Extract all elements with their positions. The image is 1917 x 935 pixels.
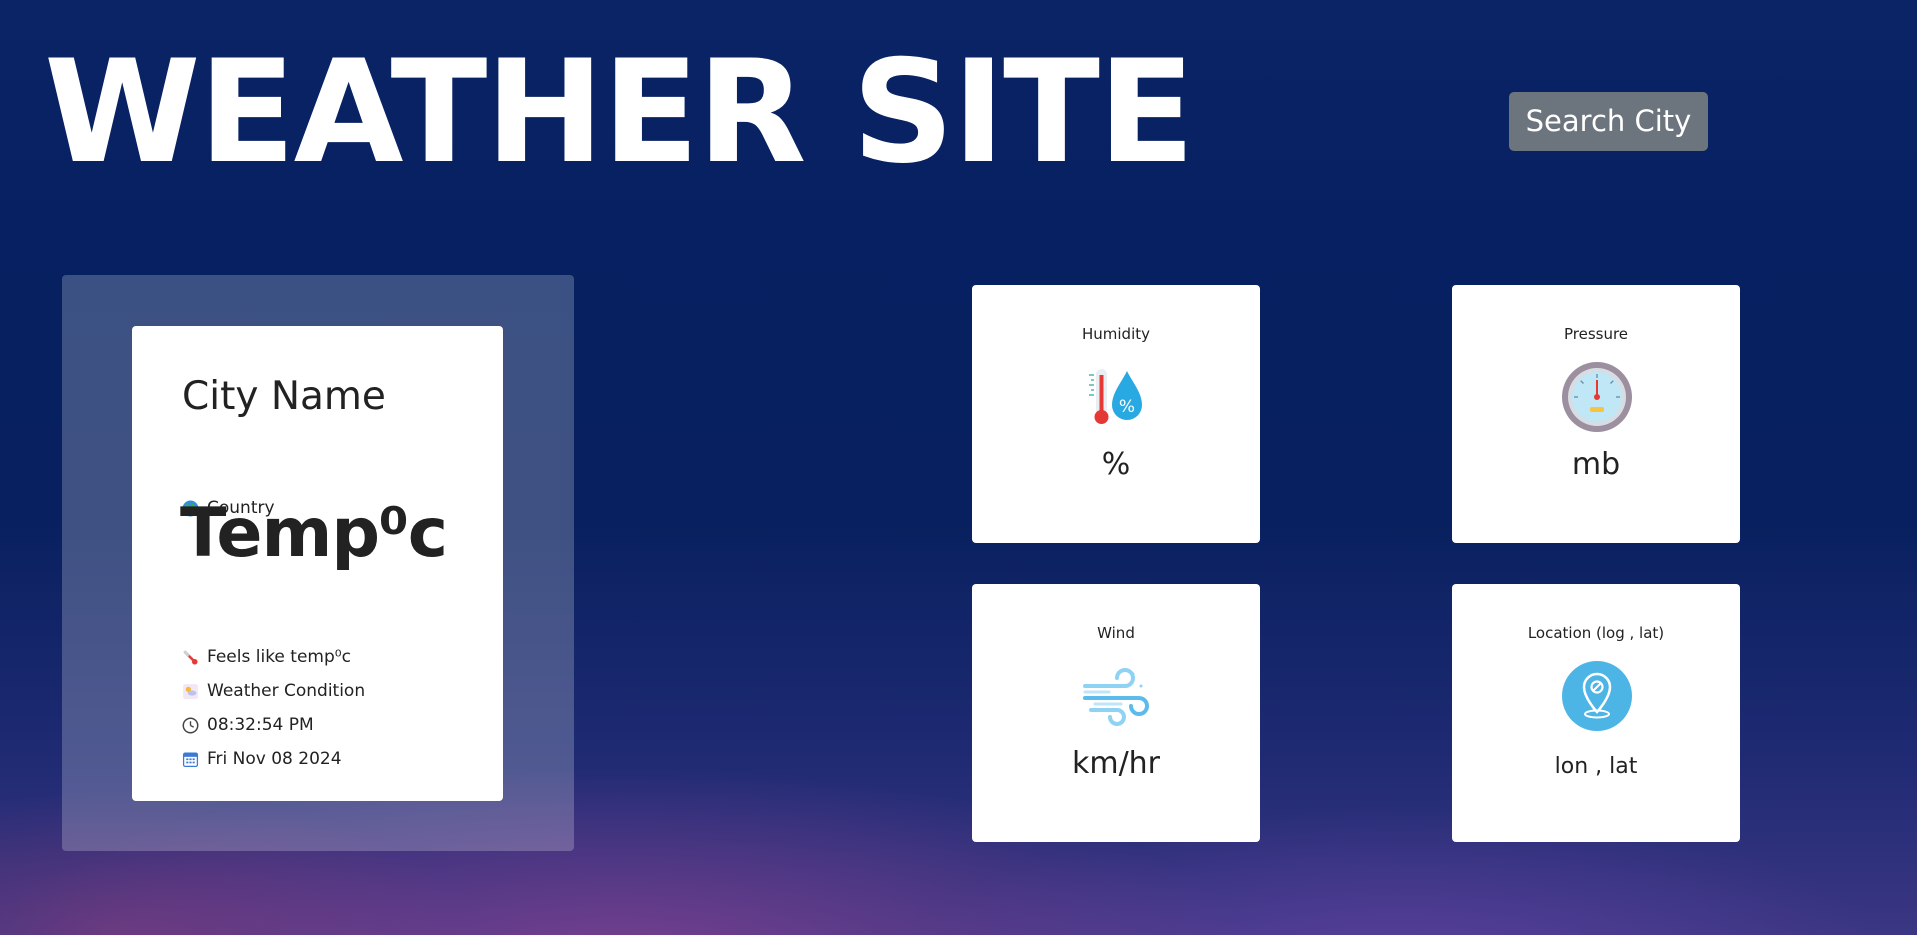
humidity-icon: % (1081, 361, 1153, 433)
humidity-card: Humidity % % (972, 285, 1260, 543)
time-label: 08:32:54 PM (207, 715, 314, 735)
svg-text:%: % (1119, 397, 1135, 417)
thermometer-icon (182, 649, 199, 666)
condition-row: Weather Condition (182, 680, 365, 702)
search-city-button[interactable]: Search City (1509, 92, 1708, 151)
wind-icon (1081, 660, 1153, 732)
condition-label: Weather Condition (207, 681, 366, 701)
weather-condition-icon (182, 683, 199, 700)
location-pin-icon (1561, 660, 1633, 732)
humidity-title: Humidity (1081, 325, 1150, 343)
location-value: lon , lat (1554, 754, 1638, 779)
city-name: City Name (182, 374, 386, 419)
pressure-title: Pressure (1563, 325, 1629, 343)
site-title: WEATHER SITE (44, 30, 1195, 195)
wind-title: Wind (1097, 624, 1135, 642)
location-card: Location (log , lat) lon , lat (1452, 584, 1740, 842)
clock-icon (182, 717, 199, 734)
wind-card: Wind km/hr (972, 584, 1260, 842)
pressure-card: Pressure mb (1452, 285, 1740, 543)
location-title: Location (log , lat) (1527, 624, 1665, 642)
pressure-gauge-icon (1561, 361, 1633, 433)
feels-like-row: Feels like temp⁰c (182, 646, 351, 668)
pressure-value: mb (1571, 447, 1621, 482)
feels-like-label: Feels like temp⁰c (207, 647, 351, 667)
humidity-value: % (1101, 447, 1131, 482)
date-label: Fri Nov 08 2024 (207, 749, 342, 769)
calendar-icon (182, 751, 199, 768)
wind-value: km/hr (1071, 746, 1161, 781)
city-card: City Name Country Temp⁰c Feels like temp… (132, 326, 503, 801)
city-panel: City Name Country Temp⁰c Feels like temp… (62, 275, 574, 851)
time-row: 08:32:54 PM (182, 714, 314, 736)
temperature-value: Temp⁰c (180, 494, 448, 573)
date-row: Fri Nov 08 2024 (182, 748, 342, 770)
